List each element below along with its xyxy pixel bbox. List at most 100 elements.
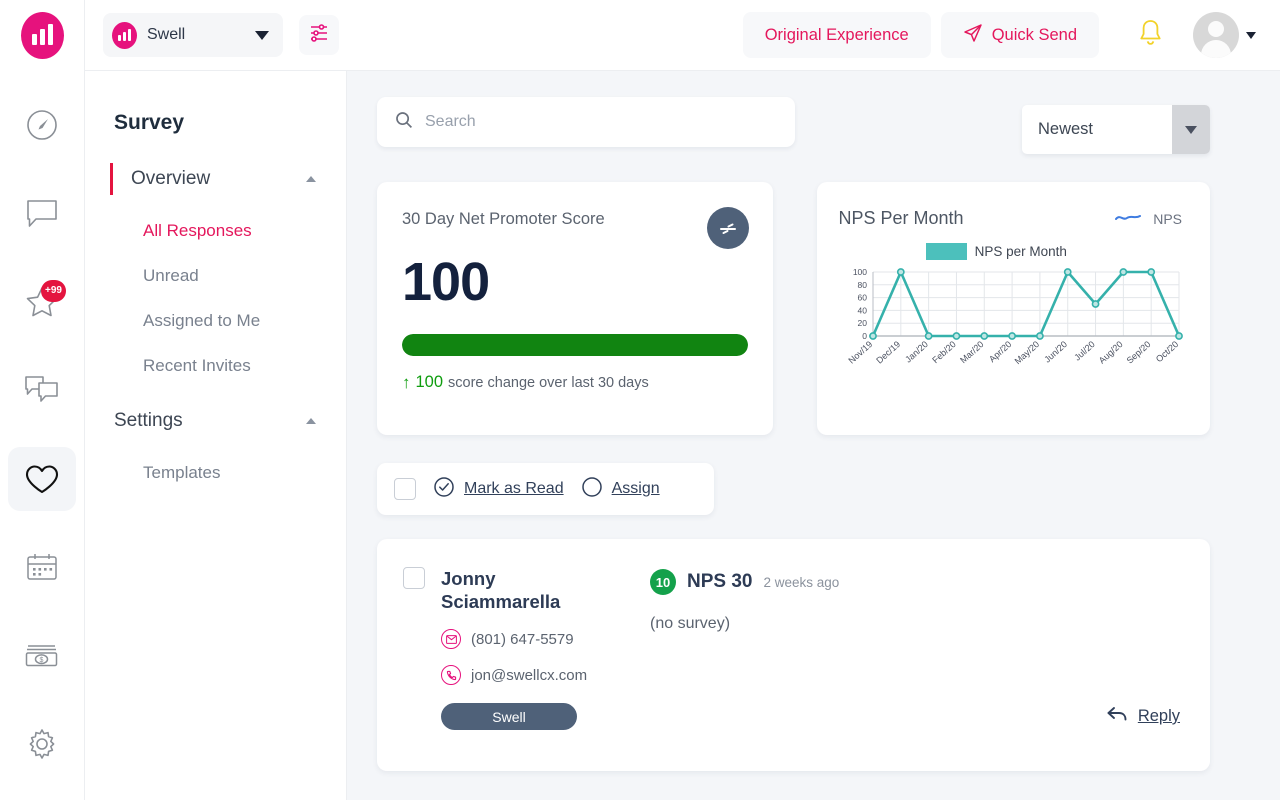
- nps-score-value: 100: [402, 252, 490, 312]
- reply-label: Reply: [1137, 707, 1180, 725]
- org-switcher[interactable]: Swell: [103, 13, 283, 57]
- sort-select-value: Newest: [1038, 120, 1094, 138]
- nps-line-chart: 0 20 40 60 80 100 Nov/19 Dec/19 Jan/20 Feb/20 Mar/…: [839, 266, 1193, 389]
- svg-text:Oct/20: Oct/20: [1153, 339, 1179, 364]
- chevron-down-icon: [255, 30, 269, 40]
- original-experience-button[interactable]: Original Experience: [742, 12, 931, 58]
- sort-select[interactable]: Newest: [1022, 105, 1210, 154]
- nav-group-settings[interactable]: Settings: [85, 410, 346, 432]
- response-email-text: jon@swellcx.com: [471, 666, 588, 684]
- chevron-down-icon: [1246, 31, 1256, 39]
- app-root: +99 $ Swell Original Experience Quick Se…: [0, 0, 1280, 800]
- mark-as-read-button[interactable]: Mark as Read: [433, 476, 564, 503]
- chart-legend-right-label: NPS: [1153, 210, 1182, 227]
- chevron-up-icon: [306, 418, 316, 424]
- sidebar-item-label: Assigned to Me: [143, 310, 261, 330]
- sidebar-item-label: All Responses: [143, 220, 252, 240]
- arrow-up-icon: ↑: [402, 373, 411, 392]
- rail-item-schedule[interactable]: [8, 535, 76, 599]
- search-box[interactable]: [377, 97, 795, 147]
- rail-item-dashboard[interactable]: [8, 93, 76, 157]
- search-input[interactable]: [425, 113, 777, 131]
- select-all-checkbox[interactable]: [394, 478, 416, 500]
- sidebar-item-assigned-to-me[interactable]: Assigned to Me: [85, 298, 346, 343]
- response-name: Jonny Sciammarella: [441, 568, 561, 613]
- chart-inner-legend: NPS per Month: [839, 243, 1193, 260]
- response-timestamp: 2 weeks ago: [763, 574, 840, 590]
- rail-item-messages[interactable]: [8, 181, 76, 245]
- chevron-up-icon: [306, 176, 316, 182]
- rail-item-payments[interactable]: $: [8, 623, 76, 687]
- quick-send-button[interactable]: Quick Send: [940, 12, 1099, 58]
- svg-text:Apr/20: Apr/20: [987, 339, 1013, 364]
- org-logo-icon: [112, 21, 137, 49]
- svg-text:Mar/20: Mar/20: [958, 339, 986, 365]
- response-phone[interactable]: (801) 647-5579: [441, 629, 617, 650]
- sidebar-item-label: Recent Invites: [143, 355, 251, 375]
- svg-text:100: 100: [852, 267, 866, 277]
- svg-text:Sep/20: Sep/20: [1124, 339, 1152, 366]
- svg-text:Jul/20: Jul/20: [1072, 339, 1097, 363]
- chart-legend-right: NPS: [1115, 210, 1192, 228]
- sidebar-item-all-responses[interactable]: All Responses: [85, 208, 346, 253]
- paper-plane-icon: [963, 23, 983, 48]
- user-menu[interactable]: [1193, 12, 1256, 58]
- chevron-down-icon[interactable]: [1172, 105, 1210, 154]
- sliders-icon: [308, 22, 330, 49]
- cash-icon: $: [24, 640, 60, 670]
- bell-icon: [1137, 18, 1164, 53]
- response-survey-text: (no survey): [650, 615, 731, 632]
- rail-item-conversations[interactable]: [8, 358, 76, 422]
- icon-rail: +99 $: [0, 0, 85, 800]
- svg-text:Nov/19: Nov/19: [846, 339, 874, 366]
- sidebar-item-label: Templates: [143, 462, 221, 482]
- line-squiggle-icon: [1115, 210, 1142, 228]
- response-tag[interactable]: Swell: [441, 703, 577, 731]
- original-experience-label: Original Experience: [764, 25, 909, 44]
- sidebar-item-templates[interactable]: Templates: [85, 450, 346, 495]
- reply-button[interactable]: Reply: [1106, 704, 1180, 729]
- nps-progress-track: [402, 334, 748, 356]
- sidebar-item-unread[interactable]: Unread: [85, 253, 346, 298]
- bulk-action-bar: Mark as Read Assign: [377, 463, 714, 515]
- filter-button[interactable]: [299, 15, 339, 55]
- swell-logo[interactable]: [20, 12, 64, 59]
- nps-progress-fill: [402, 334, 748, 356]
- sidebar-item-recent-invites[interactable]: Recent Invites: [85, 343, 346, 388]
- response-email[interactable]: jon@swellcx.com: [441, 665, 617, 686]
- assign-label: Assign: [611, 480, 660, 497]
- response-checkbox[interactable]: [403, 567, 425, 589]
- nps-gauge-icon[interactable]: [706, 207, 749, 249]
- secondary-nav: Survey Overview All Responses Unread Ass…: [85, 71, 347, 800]
- svg-text:60: 60: [857, 293, 867, 303]
- chart-title: NPS Per Month: [838, 208, 964, 228]
- calendar-icon: [25, 551, 59, 583]
- response-nps-label: NPS 30: [687, 571, 753, 592]
- speedometer-icon: [24, 107, 60, 143]
- search-icon: [395, 111, 413, 134]
- chat-bubble-icon: [24, 197, 60, 231]
- nps-score-card: 30 Day Net Promoter Score 100 ↑ 100 scor…: [377, 182, 773, 435]
- main-content: Newest 30 Day Net Promoter Score: [347, 71, 1280, 800]
- right-region: Swell Original Experience Quick Send Sur…: [85, 0, 1280, 800]
- svg-text:Aug/20: Aug/20: [1096, 339, 1124, 366]
- svg-text:80: 80: [857, 280, 867, 290]
- active-group-indicator: [110, 163, 113, 195]
- response-person: Jonny Sciammarella (801) 647-5579 jon@sw…: [441, 567, 617, 771]
- check-circle-icon: [433, 476, 455, 503]
- chart-svg: 020406080100Nov/19 Dec/19 Jan/20 Feb/20 Mar/…: [846, 267, 1183, 366]
- rail-item-survey[interactable]: [8, 446, 76, 511]
- response-meta: 10 NPS 30 2 weeks ago (no survey): [650, 567, 839, 771]
- nps-delta: ↑ 100 score change over last 30 days: [402, 373, 748, 392]
- chart-header: NPS Per Month NPS: [839, 208, 1193, 229]
- notifications-button[interactable]: [1123, 18, 1177, 53]
- quick-send-label: Quick Send: [991, 25, 1077, 44]
- svg-text:Jun/20: Jun/20: [1042, 339, 1069, 365]
- nav-group-overview[interactable]: Overview: [85, 163, 346, 195]
- rail-item-reviews[interactable]: +99: [8, 270, 76, 334]
- rail-item-settings[interactable]: [8, 712, 76, 776]
- org-name: Swell: [147, 26, 186, 43]
- phone-icon: [441, 665, 461, 686]
- assign-button[interactable]: Assign: [581, 476, 660, 503]
